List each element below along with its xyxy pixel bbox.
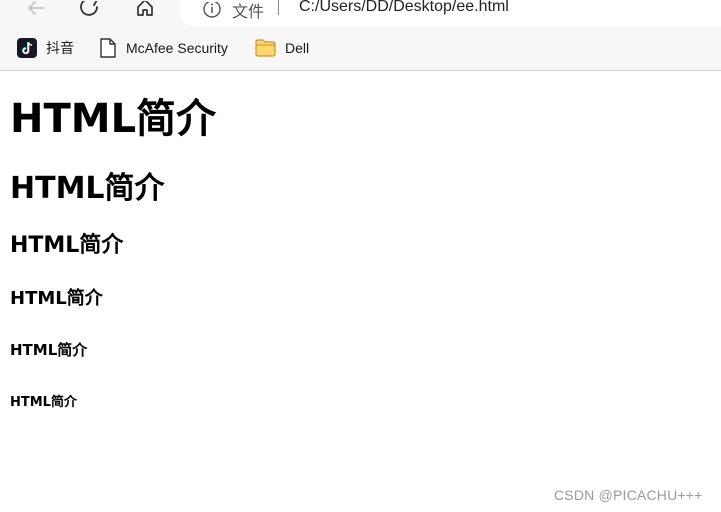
heading-h1: HTML简介 <box>10 96 217 142</box>
bookmark-label: 抖音 <box>46 40 74 56</box>
browser-toolbar: 文件 C:/Users/DD/Desktop/ee.html <box>0 0 721 26</box>
address-scheme-label: 文件 <box>232 2 265 21</box>
info-icon[interactable] <box>202 2 222 22</box>
back-icon <box>28 1 45 15</box>
reload-icon <box>80 1 98 16</box>
bookmarks-bar: 抖音 McAfee Security Dell <box>0 26 721 71</box>
reload-button[interactable] <box>75 0 105 22</box>
heading-h3: HTML简介 <box>10 233 124 258</box>
douyin-icon <box>17 38 37 58</box>
bookmark-dell[interactable]: Dell <box>255 38 309 58</box>
folder-icon <box>255 39 276 57</box>
document-icon <box>100 38 116 58</box>
csdn-watermark: CSDN @PICACHU+++ <box>554 487 703 503</box>
home-button[interactable] <box>130 0 160 22</box>
heading-h4: HTML简介 <box>10 288 103 309</box>
address-separator <box>278 0 279 15</box>
heading-h2: HTML简介 <box>10 171 165 206</box>
bookmark-label: Dell <box>285 40 310 56</box>
url-text[interactable]: C:/Users/DD/Desktop/ee.html <box>299 0 509 16</box>
address-bar[interactable]: 文件 C:/Users/DD/Desktop/ee.html <box>180 0 721 26</box>
home-icon <box>137 1 153 16</box>
back-button[interactable] <box>20 0 50 22</box>
heading-h5: HTML简介 <box>10 341 88 359</box>
bookmark-douyin[interactable]: 抖音 <box>17 38 74 58</box>
bookmark-label: McAfee Security <box>126 40 228 56</box>
bookmark-mcafee[interactable]: McAfee Security <box>99 38 228 58</box>
heading-h6: HTML简介 <box>10 395 77 410</box>
